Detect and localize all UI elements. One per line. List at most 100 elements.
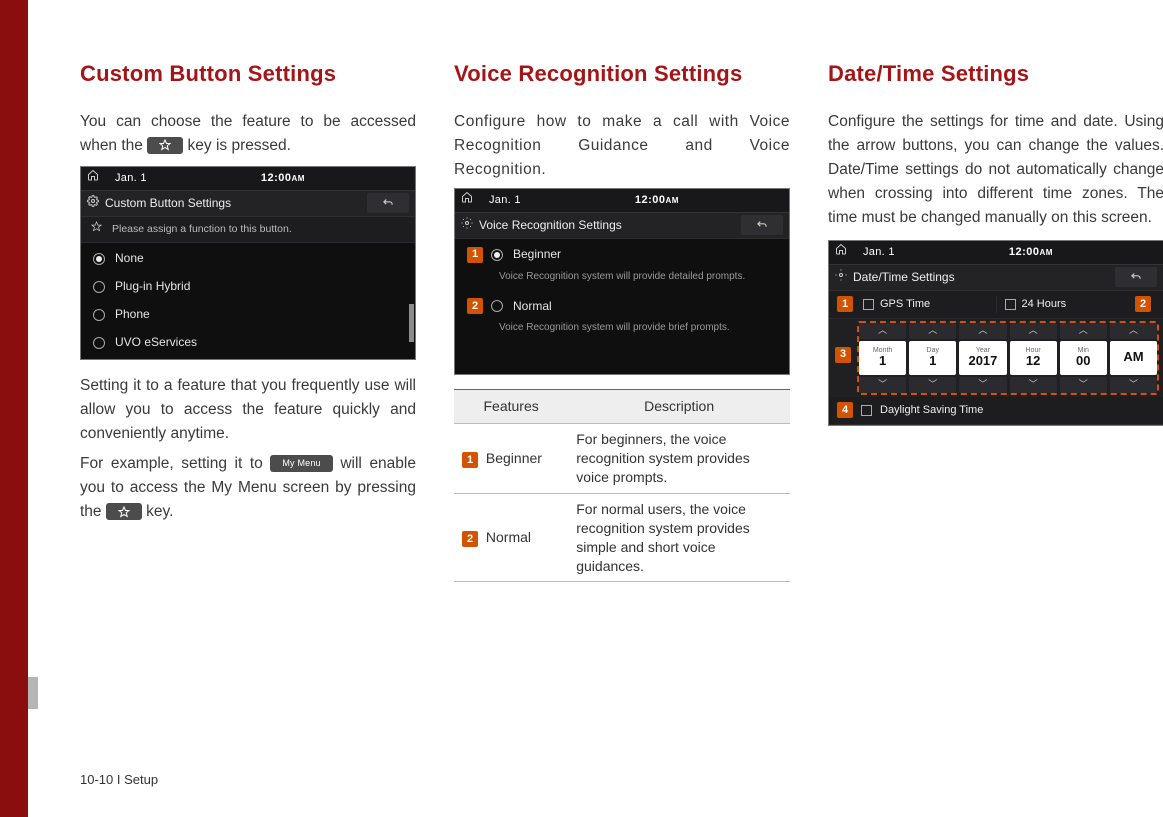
title-bar: Voice Recognition Settings — [455, 213, 789, 239]
gps-24h-row: 1 GPS Time 24 Hours 2 — [829, 291, 1163, 319]
radio-icon — [491, 300, 503, 312]
screen-title: Date/Time Settings — [853, 268, 955, 287]
page-footer: 10-10 I Setup — [80, 772, 158, 787]
arrow-down-button[interactable]: ﹀ — [1010, 377, 1057, 393]
value-box: Month1 — [859, 341, 906, 375]
back-button[interactable] — [741, 215, 783, 235]
table-row: 1 BeginnerFor beginners, the voice recog… — [454, 424, 790, 494]
column-datetime: Date/Time Settings Configure the setting… — [828, 60, 1163, 582]
heading-voice-recognition: Voice Recognition Settings — [454, 60, 790, 88]
vr-option-row[interactable]: 1 Beginner — [455, 241, 789, 269]
dst-row[interactable]: 4 Daylight Saving Time — [829, 397, 1163, 425]
screenshot-custom-button: Jan. 1 12:00AM Custom Button Settings Pl… — [80, 166, 416, 360]
arrow-up-button[interactable]: ︿ — [1110, 323, 1157, 339]
vr-option-row[interactable]: 2Normal — [455, 292, 789, 320]
radio-icon — [93, 253, 105, 265]
callout-2: 2 — [1135, 296, 1151, 312]
arrow-up-button[interactable]: ︿ — [859, 323, 906, 339]
value-box: AM — [1110, 341, 1157, 375]
assign-note-row: Please assign a function to this button. — [81, 217, 415, 243]
arrow-down-button[interactable]: ﹀ — [1110, 377, 1157, 393]
status-time: 12:00AM — [1009, 244, 1053, 261]
feature-cell: 1 Beginner — [454, 424, 568, 494]
title-bar: Date/Time Settings — [829, 265, 1163, 291]
arrow-up-button[interactable]: ︿ — [1010, 323, 1057, 339]
value-text: 1 — [929, 354, 936, 368]
callout-number: 1 — [467, 247, 483, 263]
star-icon — [91, 221, 102, 237]
gps-time-toggle[interactable]: 1 GPS Time — [829, 296, 996, 313]
vr-options-list: 1 Beginner Voice Recognition system will p… — [455, 239, 789, 374]
vr-option-subtext: Voice Recognition system will provide de… — [455, 269, 789, 293]
scrollbar-thumb[interactable] — [409, 304, 414, 342]
radio-icon — [93, 337, 105, 349]
datetime-grid: 3 ︿Month1﹀︿Day1﹀︿Year2017﹀︿Hour12﹀︿Min00… — [829, 319, 1163, 397]
value-text: 2017 — [968, 354, 997, 368]
side-red-strip — [0, 0, 28, 817]
value-text: 12 — [1026, 354, 1040, 368]
vr-option-subtext: Voice Recognition system will provide br… — [455, 320, 789, 344]
arrow-down-button[interactable]: ﹀ — [959, 377, 1006, 393]
callout-1: 1 — [837, 296, 853, 312]
arrow-down-button[interactable]: ﹀ — [1060, 377, 1107, 393]
datetime-column: ︿ AM ﹀ — [1110, 323, 1157, 393]
page-content: Custom Button Settings You can choose th… — [80, 60, 1093, 582]
status-bar: Jan. 1 12:00AM — [81, 167, 415, 191]
datetime-column: ︿Hour12﹀ — [1010, 323, 1057, 393]
description-cell: For beginners, the voice recognition sys… — [568, 424, 790, 494]
custom-button-p3: For example, setting it to My Menu will … — [80, 452, 416, 524]
checkbox-icon — [863, 299, 874, 310]
option-label: None — [115, 249, 144, 268]
status-date: Jan. 1 — [115, 170, 147, 187]
option-row[interactable]: Plug-in Hybrid — [81, 273, 415, 301]
hours24-label: 24 Hours — [1022, 296, 1067, 313]
arrow-up-button[interactable]: ︿ — [959, 323, 1006, 339]
callout-4: 4 — [837, 402, 853, 418]
status-date: Jan. 1 — [863, 244, 895, 261]
datetime-column: ︿Min00﹀ — [1060, 323, 1107, 393]
gear-icon — [461, 216, 479, 235]
option-label: UVO eServices — [115, 333, 197, 352]
checkbox-icon — [861, 405, 872, 416]
hours24-toggle[interactable]: 24 Hours 2 — [996, 296, 1163, 313]
gps-time-label: GPS Time — [880, 296, 930, 313]
arrow-down-button[interactable]: ﹀ — [909, 377, 956, 393]
vr-option-label: Beginner — [513, 245, 561, 264]
star-key-icon — [106, 503, 142, 520]
description-cell: For normal users, the voice recognition … — [568, 493, 790, 582]
options-list: None Plug-in HybridPhone UVO eServices — [81, 243, 415, 359]
screenshot-voice-recognition: Jan. 1 12:00AM Voice Recognition Setting… — [454, 188, 790, 375]
assign-note: Please assign a function to this button. — [112, 221, 292, 237]
back-button[interactable] — [1115, 267, 1157, 287]
feature-cell: 2 Normal — [454, 493, 568, 582]
heading-datetime: Date/Time Settings — [828, 60, 1163, 88]
status-date: Jan. 1 — [489, 192, 521, 209]
home-icon — [835, 243, 847, 261]
option-row[interactable]: Phone — [81, 301, 415, 329]
arrow-up-button[interactable]: ︿ — [1060, 323, 1107, 339]
datetime-column: ︿Year2017﹀ — [959, 323, 1006, 393]
callout-number: 1 — [462, 452, 478, 468]
heading-custom-button: Custom Button Settings — [80, 60, 416, 88]
custom-button-intro: You can choose the feature to be accesse… — [80, 110, 416, 158]
radio-icon — [93, 309, 105, 321]
radio-icon — [93, 281, 105, 293]
arrow-down-button[interactable]: ﹀ — [859, 377, 906, 393]
arrow-up-button[interactable]: ︿ — [909, 323, 956, 339]
status-time: 12:00AM — [635, 192, 679, 209]
voice-recognition-intro: Configure how to make a call with Voice … — [454, 110, 790, 182]
screen-title: Voice Recognition Settings — [479, 216, 622, 235]
column-voice-recognition: Voice Recognition Settings Configure how… — [454, 60, 790, 582]
home-icon — [461, 191, 473, 209]
option-row[interactable]: None — [81, 245, 415, 273]
screenshot-datetime: Jan. 1 12:00AM Date/Time Settings 1 GP — [828, 240, 1163, 426]
back-button[interactable] — [367, 193, 409, 213]
value-text: 1 — [879, 354, 886, 368]
status-bar: Jan. 1 12:00AM — [829, 241, 1163, 265]
custom-button-p2: Setting it to a feature that you frequen… — [80, 374, 416, 446]
option-row[interactable]: UVO eServices — [81, 329, 415, 357]
dst-label: Daylight Saving Time — [880, 402, 983, 419]
datetime-column: ︿Day1﹀ — [909, 323, 956, 393]
column-custom-button: Custom Button Settings You can choose th… — [80, 60, 416, 582]
my-menu-key-icon: My Menu — [270, 455, 332, 472]
